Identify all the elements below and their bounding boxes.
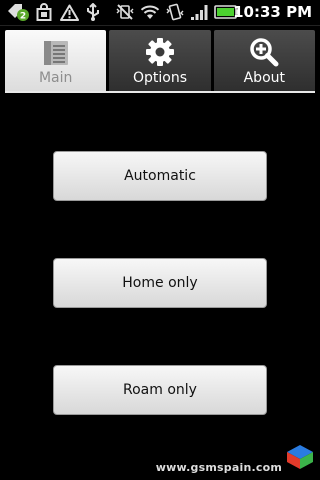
tab-options[interactable]: Options bbox=[109, 30, 211, 92]
tab-label-about: About bbox=[243, 70, 286, 86]
magnifier-icon bbox=[248, 36, 280, 68]
gear-icon bbox=[144, 36, 176, 68]
tab-label-main: Main bbox=[38, 70, 73, 86]
signal-icon bbox=[190, 3, 210, 21]
tab-label-options: Options bbox=[132, 70, 187, 86]
wifi-icon bbox=[140, 3, 160, 21]
watermark: www.gsmspain.com bbox=[156, 444, 314, 474]
gsmspain-logo-icon bbox=[286, 444, 314, 474]
tab-about[interactable]: About bbox=[213, 30, 315, 92]
document-list-icon bbox=[40, 36, 72, 68]
tab-underline bbox=[5, 91, 315, 93]
phone-vibrate-icon bbox=[165, 3, 185, 21]
roam-only-button[interactable]: Roam only bbox=[53, 365, 267, 415]
tab-bar: Main Options About bbox=[5, 30, 315, 92]
usb-icon bbox=[84, 3, 102, 21]
status-bar: 2 10:33 PM bbox=[0, 0, 320, 26]
tab-main[interactable]: Main bbox=[5, 30, 107, 92]
status-time: 10:33 PM bbox=[233, 3, 312, 21]
watermark-text: www.gsmspain.com bbox=[155, 461, 282, 474]
automatic-button[interactable]: Automatic bbox=[53, 151, 267, 201]
svg-text:2: 2 bbox=[20, 12, 26, 22]
home-only-button[interactable]: Home only bbox=[53, 258, 267, 308]
warning-icon bbox=[59, 3, 79, 21]
shopping-bag-icon bbox=[35, 3, 53, 21]
notification-badge-icon: 2 bbox=[6, 3, 32, 22]
vibrate-off-icon bbox=[115, 3, 135, 21]
